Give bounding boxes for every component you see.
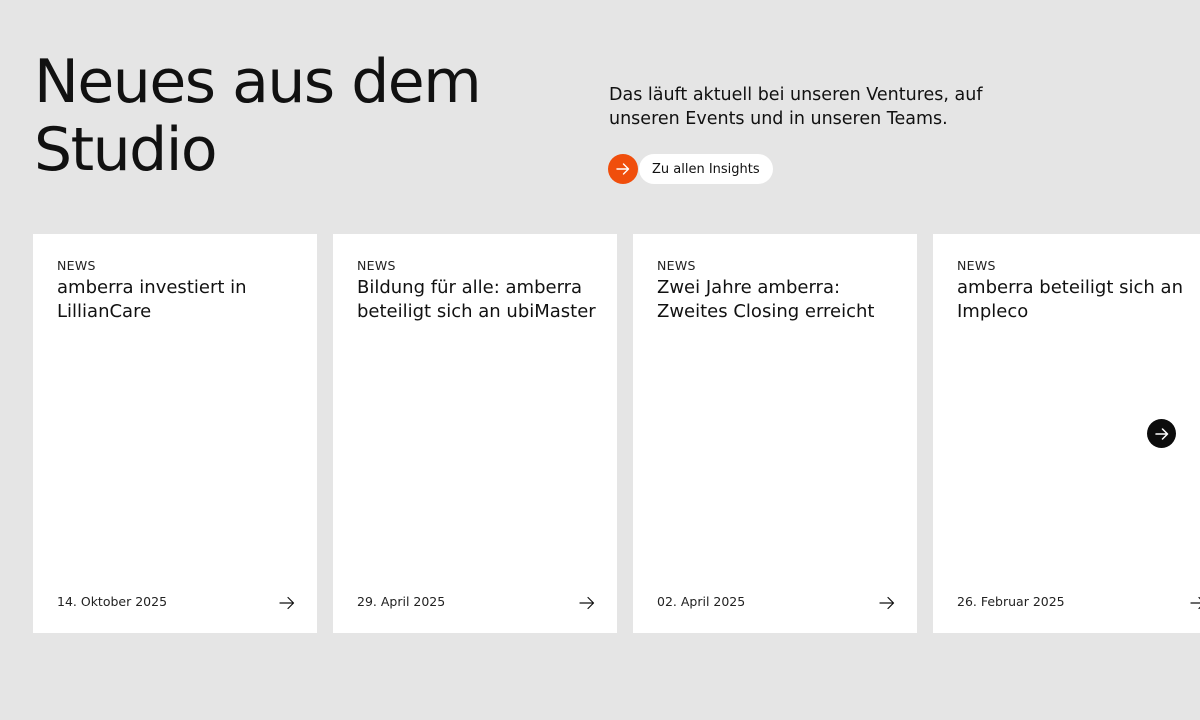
card-title: amberra beteiligt sich an Impleco xyxy=(957,277,1183,322)
all-insights-label: Zu allen Insights xyxy=(639,154,773,184)
page-title-line-2: Studio xyxy=(34,115,218,185)
card-date: 26. Februar 2025 xyxy=(957,594,1065,609)
card-title: Bildung für alle: amberra beteiligt sich… xyxy=(357,277,596,322)
card-date: 02. April 2025 xyxy=(657,594,746,609)
insights-section: Neues aus dem Studio Das läuft aktuell b… xyxy=(0,0,1200,720)
arrow-right-icon xyxy=(879,596,895,610)
arrow-right-icon xyxy=(279,596,295,610)
card-title: Zwei Jahre amberra: Zweites Closing erre… xyxy=(657,277,875,322)
all-insights-button[interactable]: Zu allen Insights xyxy=(608,154,773,184)
page-title: Neues aus dem Studio xyxy=(34,48,534,184)
card-tag: NEWS xyxy=(57,258,96,273)
news-card[interactable]: NEWS Bildung für alle: amberra beteiligt… xyxy=(333,234,617,633)
news-card[interactable]: NEWS amberra investiert in LillianCare 1… xyxy=(33,234,317,633)
carousel-next-button[interactable] xyxy=(1147,419,1176,448)
arrow-right-icon xyxy=(1190,596,1200,610)
intro-text: Das läuft aktuell bei unseren Ventures, … xyxy=(609,85,983,129)
card-tag: NEWS xyxy=(357,258,396,273)
arrow-right-icon xyxy=(608,154,638,184)
card-tag: NEWS xyxy=(957,258,996,273)
arrow-right-icon xyxy=(1154,427,1168,440)
arrow-right-icon xyxy=(579,596,595,610)
card-title: amberra investiert in LillianCare xyxy=(57,277,247,322)
card-date: 29. April 2025 xyxy=(357,594,446,609)
page-title-line-1: Neues aus dem xyxy=(34,47,482,117)
card-date: 14. Oktober 2025 xyxy=(57,594,168,609)
news-card[interactable]: NEWS Zwei Jahre amberra: Zweites Closing… xyxy=(633,234,917,633)
card-tag: NEWS xyxy=(657,258,696,273)
